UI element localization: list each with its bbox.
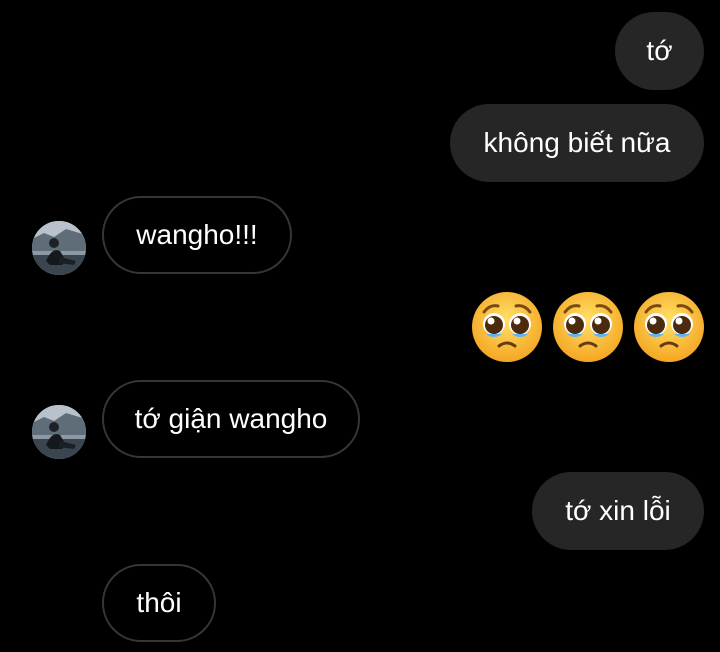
message-text: tớ giận wangho bbox=[134, 403, 328, 434]
incoming-message-bubble[interactable]: wangho!!! bbox=[102, 196, 292, 274]
message-text: không biết nữa bbox=[483, 127, 671, 158]
pleading-face-emoji-icon bbox=[632, 290, 706, 364]
outgoing-message-bubble[interactable]: tớ xin lỗi bbox=[532, 472, 704, 550]
avatar-photo-icon bbox=[32, 221, 86, 275]
pleading-face-emoji-icon bbox=[470, 290, 544, 364]
outgoing-message-bubble[interactable]: tớ bbox=[615, 12, 704, 90]
outgoing-message-bubble[interactable]: không biết nữa bbox=[450, 104, 704, 182]
incoming-message-bubble[interactable]: tớ giận wangho bbox=[102, 380, 360, 458]
message-text: wangho!!! bbox=[136, 219, 258, 250]
avatar-photo-icon bbox=[32, 405, 86, 459]
emoji-message[interactable] bbox=[470, 288, 706, 366]
pleading-face-emoji-icon bbox=[551, 290, 625, 364]
sender-avatar[interactable] bbox=[32, 405, 86, 459]
message-text: tớ xin lỗi bbox=[565, 495, 671, 526]
sender-avatar[interactable] bbox=[32, 221, 86, 275]
message-text: thôi bbox=[136, 587, 182, 618]
message-text: tớ bbox=[646, 35, 673, 66]
incoming-message-bubble[interactable]: thôi bbox=[102, 564, 216, 642]
